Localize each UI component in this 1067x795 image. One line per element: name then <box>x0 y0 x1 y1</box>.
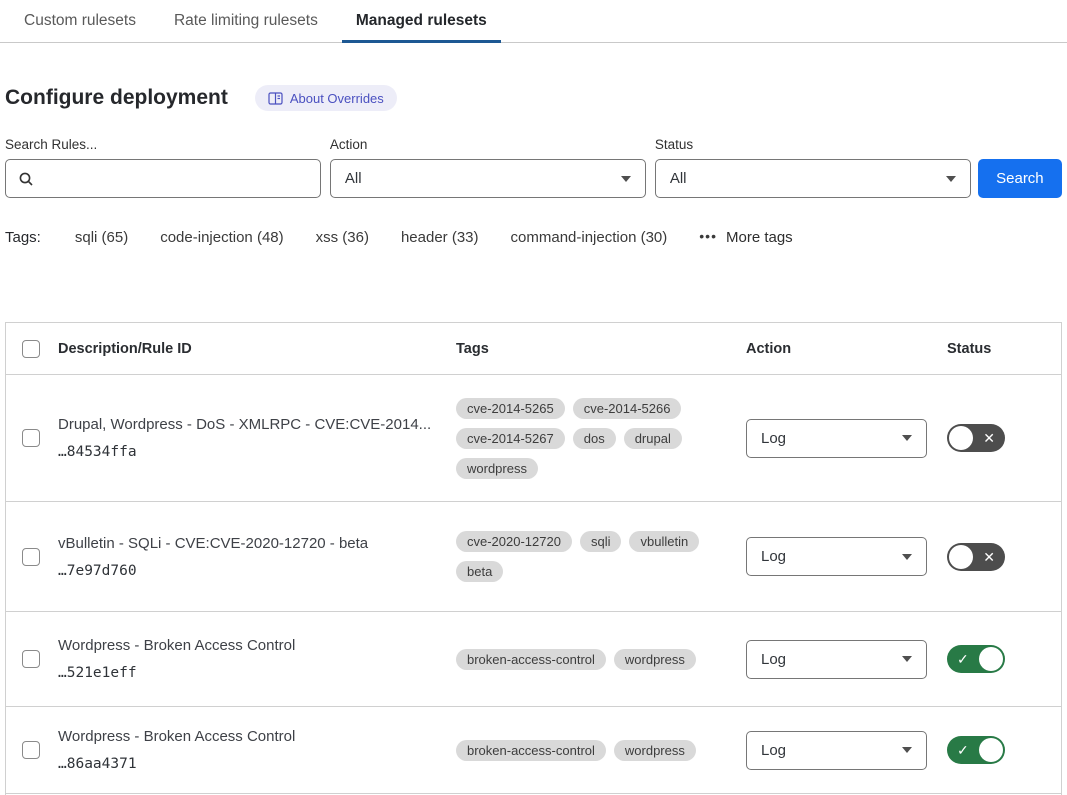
tag-pill: dos <box>573 428 616 449</box>
tag-pill: drupal <box>624 428 682 449</box>
check-icon: ✓ <box>957 652 969 666</box>
toggle-knob <box>949 545 973 569</box>
col-status: Status <box>947 341 1061 357</box>
rule-id: …521e1eff <box>58 665 456 681</box>
rule-action-value: Log <box>761 742 786 759</box>
table-row: Wordpress - Broken Access Control …86aa4… <box>6 707 1061 794</box>
rule-action-value: Log <box>761 651 786 668</box>
col-action: Action <box>746 341 947 357</box>
chevron-down-icon <box>902 747 912 753</box>
check-icon: ✓ <box>957 743 969 757</box>
rule-title: Wordpress - Broken Access Control <box>58 637 456 654</box>
rule-action-value: Log <box>761 548 786 565</box>
toggle-knob <box>979 738 1003 762</box>
status-filter-select[interactable]: All <box>655 159 971 198</box>
status-filter-value: All <box>670 170 687 187</box>
col-description: Description/Rule ID <box>58 341 456 357</box>
rule-action-select[interactable]: Log <box>746 537 927 576</box>
search-rules-input[interactable] <box>43 170 308 187</box>
rule-action-select[interactable]: Log <box>746 640 927 679</box>
tag-filter-link[interactable]: xss (36) <box>316 229 369 246</box>
rule-action-value: Log <box>761 430 786 447</box>
tag-filter-links: sqli (65) code-injection (48) xss (36) head… <box>75 229 667 246</box>
search-icon <box>18 171 34 187</box>
tag-pill: wordpress <box>614 740 696 761</box>
chevron-down-icon <box>902 656 912 662</box>
search-rules-label: Search Rules... <box>5 137 321 152</box>
rule-action-select[interactable]: Log <box>746 731 927 770</box>
col-tags: Tags <box>456 341 746 357</box>
rule-tags: broken-access-control wordpress <box>456 649 746 670</box>
chevron-down-icon <box>946 176 956 182</box>
tag-pill: cve-2014-5266 <box>573 398 682 419</box>
toggle-knob <box>949 426 973 450</box>
tag-pill: vbulletin <box>629 531 699 552</box>
status-toggle[interactable]: ✕ ✓ <box>947 645 1005 673</box>
rules-table: Description/Rule ID Tags Action Status D… <box>5 322 1062 795</box>
toggle-knob <box>979 647 1003 671</box>
table-header-row: Description/Rule ID Tags Action Status <box>6 323 1061 375</box>
more-tags-button[interactable]: ••• More tags <box>699 229 792 246</box>
rule-tags: cve-2020-12720 sqli vbulletin beta <box>456 531 746 582</box>
book-icon <box>268 92 283 105</box>
tag-pill: broken-access-control <box>456 740 606 761</box>
tag-filter-link[interactable]: header (33) <box>401 229 479 246</box>
action-filter-value: All <box>345 170 362 187</box>
tag-pill: beta <box>456 561 503 582</box>
rule-action-select[interactable]: Log <box>746 419 927 458</box>
table-row: Drupal, Wordpress - DoS - XMLRPC - CVE:C… <box>6 375 1061 502</box>
rule-id: …84534ffa <box>58 444 456 460</box>
about-overrides-badge[interactable]: About Overrides <box>255 85 397 111</box>
ruleset-tabs: Custom rulesets Rate limiting rulesets M… <box>0 0 1067 43</box>
about-overrides-label: About Overrides <box>290 91 384 106</box>
rule-title: Wordpress - Broken Access Control <box>58 728 456 745</box>
rule-tags: cve-2014-5265 cve-2014-5266 cve-2014-5267 d… <box>456 398 746 479</box>
tags-bar: Tags: sqli (65) code-injection (48) xss (3… <box>0 229 1067 246</box>
row-checkbox[interactable] <box>22 650 40 668</box>
status-filter-label: Status <box>655 137 971 152</box>
tag-filter-link[interactable]: sqli (65) <box>75 229 128 246</box>
action-filter-select[interactable]: All <box>330 159 646 198</box>
tag-pill: cve-2014-5265 <box>456 398 565 419</box>
tag-pill: broken-access-control <box>456 649 606 670</box>
table-row: Wordpress - Broken Access Control …521e1… <box>6 612 1061 707</box>
tag-pill: cve-2020-12720 <box>456 531 572 552</box>
tab-rate-limiting-rulesets[interactable]: Rate limiting rulesets <box>160 0 332 42</box>
select-all-checkbox[interactable] <box>22 340 40 358</box>
ellipsis-icon: ••• <box>699 228 717 244</box>
rule-tags: broken-access-control wordpress <box>456 740 746 761</box>
page-title: Configure deployment <box>5 86 228 110</box>
heading-row: Configure deployment About Overrides <box>0 85 1067 111</box>
x-icon: ✕ <box>983 550 995 564</box>
filter-bar: Search Rules... Action All Status All Se… <box>0 137 1067 198</box>
status-toggle[interactable]: ✕ ✓ <box>947 543 1005 571</box>
chevron-down-icon <box>902 554 912 560</box>
rule-title: vBulletin - SQLi - CVE:CVE-2020-12720 - … <box>58 535 456 552</box>
tag-filter-link[interactable]: command-injection (30) <box>511 229 668 246</box>
rule-title: Drupal, Wordpress - DoS - XMLRPC - CVE:C… <box>58 416 456 433</box>
tab-managed-rulesets[interactable]: Managed rulesets <box>342 0 501 42</box>
tag-pill: cve-2014-5267 <box>456 428 565 449</box>
search-button[interactable]: Search <box>978 159 1062 198</box>
tag-pill: sqli <box>580 531 622 552</box>
chevron-down-icon <box>621 176 631 182</box>
table-row: vBulletin - SQLi - CVE:CVE-2020-12720 - … <box>6 502 1061 612</box>
status-toggle[interactable]: ✕ ✓ <box>947 736 1005 764</box>
x-icon: ✕ <box>983 431 995 445</box>
more-tags-label: More tags <box>726 229 793 246</box>
row-checkbox[interactable] <box>22 741 40 759</box>
search-input-box <box>5 159 321 198</box>
status-toggle[interactable]: ✕ ✓ <box>947 424 1005 452</box>
row-checkbox[interactable] <box>22 548 40 566</box>
chevron-down-icon <box>902 435 912 441</box>
action-filter-label: Action <box>330 137 646 152</box>
tag-pill: wordpress <box>456 458 538 479</box>
tag-pill: wordpress <box>614 649 696 670</box>
tab-custom-rulesets[interactable]: Custom rulesets <box>10 0 150 42</box>
tags-bar-label: Tags: <box>5 229 41 246</box>
rule-id: …86aa4371 <box>58 756 456 772</box>
row-checkbox[interactable] <box>22 429 40 447</box>
tag-filter-link[interactable]: code-injection (48) <box>160 229 283 246</box>
rule-id: …7e97d760 <box>58 563 456 579</box>
